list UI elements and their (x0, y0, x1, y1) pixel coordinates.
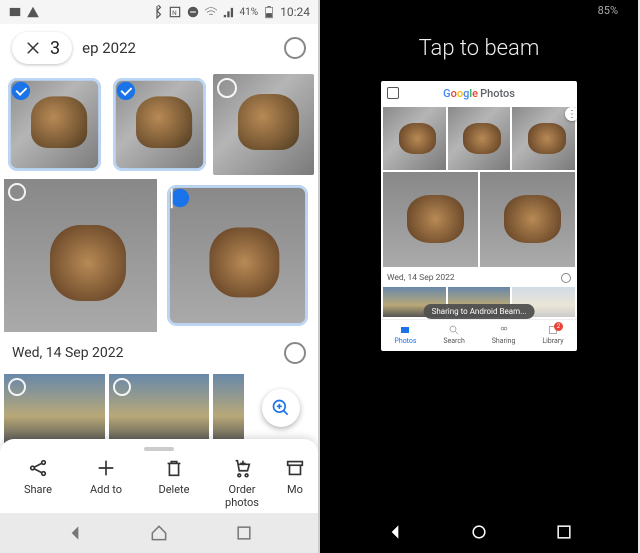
recents-icon[interactable] (554, 522, 574, 542)
order-label: Order photos (212, 483, 272, 509)
recents-icon[interactable] (234, 523, 254, 543)
dnd-icon (186, 5, 200, 19)
share-icon (27, 457, 49, 479)
nav-photos: Photos (394, 324, 416, 345)
share-button[interactable]: Share (8, 457, 68, 509)
delete-label: Delete (159, 483, 190, 496)
photo-thumbnail (383, 107, 446, 170)
add-to-button[interactable]: Add to (76, 457, 136, 509)
close-icon[interactable] (24, 39, 42, 57)
app-header: GooglePhotos (381, 81, 577, 105)
add-label: Add to (90, 483, 122, 496)
print-store-icon (387, 87, 399, 99)
select-circle-icon[interactable] (8, 378, 26, 396)
status-bar: N 41% 10:24 (0, 0, 318, 24)
delete-button[interactable]: Delete (144, 457, 204, 509)
android-nav-bar (0, 513, 318, 553)
photo-thumbnail[interactable] (4, 179, 157, 332)
nav-search: Search (443, 324, 465, 345)
photo-thumbnail (512, 107, 575, 170)
beam-prompt[interactable]: Tap to beam (320, 36, 638, 61)
library-icon: 2 (547, 324, 559, 336)
photo-thumbnail[interactable] (113, 78, 206, 171)
back-icon[interactable] (385, 522, 405, 542)
photo-thumbnail (383, 172, 478, 267)
order-photos-button[interactable]: Order photos (212, 457, 272, 509)
checkmark-icon (12, 82, 30, 100)
photo-thumbnail[interactable] (213, 374, 243, 444)
nfc-icon: N (168, 5, 182, 19)
select-all-circle[interactable] (284, 37, 306, 59)
plus-icon (95, 457, 117, 479)
photo-thumbnail (448, 107, 511, 170)
checkmark-icon (171, 188, 189, 206)
date-header-partial: ep 2022 (82, 39, 136, 57)
back-icon[interactable] (65, 523, 85, 543)
photo-thumbnail (480, 172, 575, 267)
archive-icon (284, 457, 306, 479)
date-section-header[interactable]: Wed, 14 Sep 2022 (0, 332, 318, 374)
phone-android-beam: 85% Tap to beam GooglePhotos Wed, 14 Sep… (320, 0, 638, 553)
select-circle-icon[interactable] (113, 378, 131, 396)
signal-icon (222, 5, 236, 19)
photo-grid-row1 (0, 72, 318, 177)
bottom-nav: Photos Search Sharing 2 Library (381, 319, 577, 351)
clock: 10:24 (280, 5, 310, 19)
android-nav-bar (320, 511, 638, 553)
action-sheet: Share Add to Delete Order photos Mo (0, 439, 318, 513)
battery-icon (262, 5, 276, 19)
badge-count: 2 (554, 322, 563, 331)
select-circle-icon[interactable] (8, 183, 26, 201)
home-icon[interactable] (149, 523, 169, 543)
bluetooth-icon (150, 5, 164, 19)
trash-icon (163, 457, 185, 479)
wifi-icon (204, 5, 218, 19)
zoom-button[interactable] (262, 389, 300, 427)
cart-icon (231, 457, 253, 479)
nav-library: 2 Library (542, 324, 563, 345)
zoom-in-icon (271, 398, 291, 418)
photo-thumbnail[interactable] (4, 374, 105, 444)
image-icon (8, 5, 22, 19)
photo-thumbnail[interactable] (213, 74, 314, 175)
date-label: Wed, 14 Sep 2022 (12, 345, 124, 361)
photo-grid-row2 (0, 177, 318, 332)
date-label: Wed, 14 Sep 2022 (387, 273, 455, 283)
warning-icon (26, 5, 40, 19)
more-label: Mo (287, 483, 303, 496)
photo-thumbnail[interactable] (109, 374, 210, 444)
toast-message: Sharing to Android Beam... (424, 304, 535, 319)
mini-grid (381, 105, 577, 172)
select-circle-icon (561, 273, 571, 283)
status-bar: 85% (320, 0, 638, 20)
mini-grid (381, 172, 577, 269)
checkmark-icon (116, 82, 134, 100)
phone-google-photos-selection: N 41% 10:24 3 ep 2022 Wed, 14 Sep 2022 (0, 0, 320, 553)
more-button[interactable]: Mo (280, 457, 310, 509)
select-circle-icon[interactable] (217, 78, 237, 98)
svg-text:N: N (172, 9, 177, 17)
photo-thumbnail[interactable] (167, 185, 308, 326)
home-icon[interactable] (469, 522, 489, 542)
selection-pill[interactable]: 3 (12, 32, 72, 64)
search-icon (448, 324, 460, 336)
beam-preview-card[interactable]: GooglePhotos Wed, 14 Sep 2022 Sharing to… (381, 81, 577, 351)
selection-count: 3 (50, 38, 60, 59)
sharing-icon (498, 324, 510, 336)
more-icon (565, 107, 577, 121)
selection-header: 3 ep 2022 (0, 24, 318, 72)
photos-icon (399, 324, 411, 336)
battery-percent: 41% (240, 7, 259, 18)
nav-sharing: Sharing (492, 324, 516, 345)
drag-handle[interactable] (144, 447, 174, 451)
google-photos-logo: GooglePhotos (443, 87, 515, 100)
battery-percent: 85% (598, 4, 618, 17)
photo-thumbnail[interactable] (8, 78, 101, 171)
date-section-header: Wed, 14 Sep 2022 (381, 269, 577, 287)
share-label: Share (24, 483, 52, 496)
select-all-circle[interactable] (284, 342, 306, 364)
